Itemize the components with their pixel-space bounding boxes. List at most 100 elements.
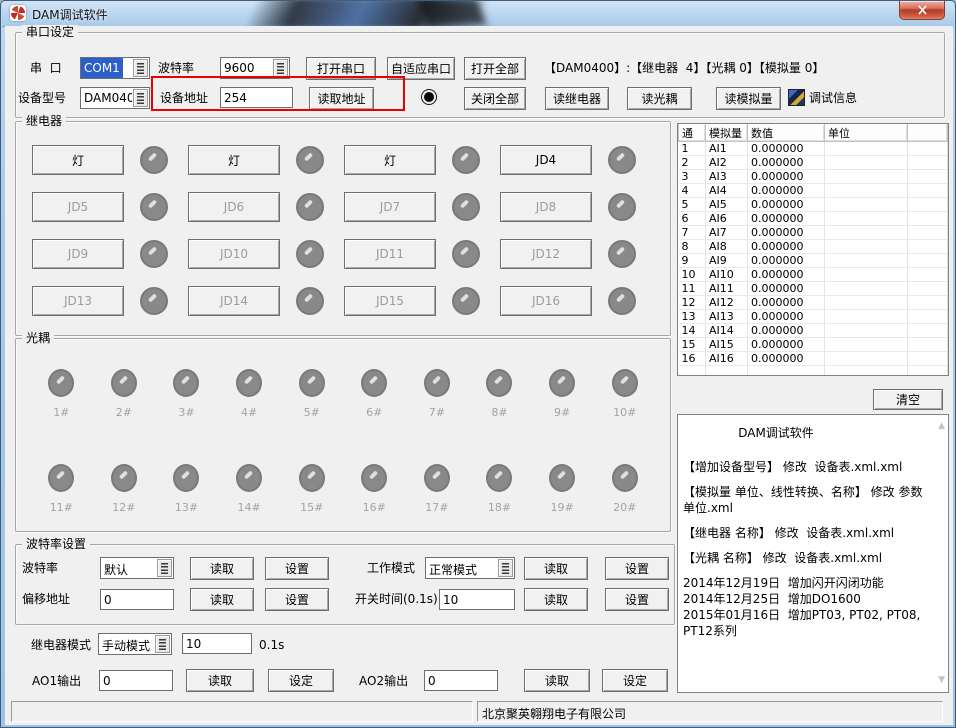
table-row[interactable]: 8AI80.000000 [679,240,948,254]
dropdown-icon[interactable] [133,59,148,77]
switch-time-read-button[interactable]: 读取 [524,588,588,611]
analog-table[interactable]: 通模拟量数值单位 1AI10.0000002AI20.0000003AI30.0… [677,123,949,376]
close-all-button[interactable]: 关闭全部 [464,87,526,110]
column-header[interactable]: 单位 [825,124,908,142]
table-row[interactable]: 3AI30.000000 [679,170,948,184]
table-row[interactable]: 13AI130.000000 [679,310,948,324]
table-row[interactable] [679,366,948,377]
relay-button-5[interactable]: JD5 [32,192,124,222]
table-row[interactable]: 16AI160.000000 [679,352,948,366]
column-header[interactable] [908,124,948,142]
scroll-down-icon[interactable]: ▼ [938,676,945,685]
ao2-read-button[interactable]: 读取 [524,669,590,692]
read-analog-button[interactable]: 读模拟量 [716,87,781,110]
ao1-output-input[interactable] [99,670,173,691]
baud-setting-select[interactable]: 默认 [100,557,174,579]
work-mode-read-button[interactable]: 读取 [524,557,588,580]
column-header[interactable]: 通 [679,124,706,142]
table-cell: 14 [679,324,706,338]
relay-button-8[interactable]: JD8 [500,192,592,222]
relay-button-1[interactable]: 灯 [32,145,124,175]
relay-button-3[interactable]: 灯 [344,145,436,175]
read-relay-button[interactable]: 读继电器 [545,87,609,110]
dropdown-icon[interactable] [157,559,172,577]
ao2-set-button[interactable]: 设定 [602,669,668,692]
table-row[interactable]: 5AI50.000000 [679,198,948,212]
offset-address-input[interactable] [100,589,174,610]
relay-button-11[interactable]: JD11 [344,239,436,269]
relay-button-7[interactable]: JD7 [344,192,436,222]
table-row[interactable]: 10AI100.000000 [679,268,948,282]
table-cell [908,198,948,212]
table-row[interactable]: 11AI110.000000 [679,282,948,296]
table-row[interactable]: 14AI140.000000 [679,324,948,338]
relay-mode-time-input[interactable] [182,633,252,654]
switch-time-label: 开关时间(0.1s) [355,592,438,606]
relay-button-9[interactable]: JD9 [32,239,124,269]
info-panel[interactable]: DAM调试软件 【增加设备型号】 修改 设备表.xml.xml【模拟量 单位、线… [677,414,949,693]
relay-button-2[interactable]: 灯 [188,145,280,175]
table-row[interactable]: 7AI70.000000 [679,226,948,240]
serial-port-select[interactable]: COM1 [80,57,150,79]
opto-indicator-16 [361,464,387,492]
work-mode-value: 正常模式 [426,558,497,578]
offset-address-label: 偏移地址 [22,592,70,606]
table-cell [825,142,908,156]
relay-button-14[interactable]: JD14 [188,286,280,316]
baud-set-button[interactable]: 设置 [265,557,329,580]
app-logo-icon [10,5,26,21]
table-row[interactable]: 9AI90.000000 [679,254,948,268]
scroll-up-icon[interactable]: ▲ [938,422,945,431]
relay-cell: 灯 [188,145,344,175]
combo-fill [123,58,132,78]
work-mode-set-button[interactable]: 设置 [605,557,669,580]
opto-cell: 17# [406,464,469,531]
table-row[interactable]: 2AI20.000000 [679,156,948,170]
switch-time-input[interactable] [439,589,515,610]
switch-time-set-button[interactable]: 设置 [605,588,669,611]
relay-button-10[interactable]: JD10 [188,239,280,269]
ao2-output-input[interactable] [424,670,498,691]
relay-button-4[interactable]: JD4 [500,145,592,175]
relay-button-15[interactable]: JD15 [344,286,436,316]
dropdown-stripes-icon [137,63,144,74]
relay-button-16[interactable]: JD16 [500,286,592,316]
relay-button-12[interactable]: JD12 [500,239,592,269]
relay-button-6[interactable]: JD6 [188,192,280,222]
adaptive-serial-button[interactable]: 自适应串口 [387,57,455,80]
column-header[interactable]: 数值 [748,124,825,142]
ao1-read-button[interactable]: 读取 [186,669,254,692]
offset-set-button[interactable]: 设置 [265,588,329,611]
open-serial-button[interactable]: 打开串口 [306,57,376,80]
opto-channel-label: 6# [366,406,382,419]
table-row[interactable]: 15AI150.000000 [679,338,948,352]
close-button[interactable] [899,1,945,20]
table-row[interactable]: 4AI40.000000 [679,184,948,198]
open-all-button[interactable]: 打开全部 [464,57,526,80]
work-mode-select[interactable]: 正常模式 [425,557,515,579]
clear-button[interactable]: 清空 [873,389,943,410]
dropdown-icon[interactable] [498,559,513,577]
table-cell: AI5 [706,198,748,212]
dropdown-icon[interactable] [273,59,288,77]
table-row[interactable]: 1AI10.000000 [679,142,948,156]
baud-read-button[interactable]: 读取 [190,557,254,580]
table-row[interactable]: 12AI120.000000 [679,296,948,310]
device-address-input[interactable] [220,87,293,108]
dropdown-icon[interactable] [133,89,148,107]
column-header[interactable]: 模拟量 [706,124,748,142]
device-model-select[interactable]: DAM0400 [80,87,150,109]
relay-button-13[interactable]: JD13 [32,286,124,316]
relay-mode-select[interactable]: 手动模式 [98,633,172,655]
read-opto-button[interactable]: 读光耦 [627,87,692,110]
read-address-button[interactable]: 读取地址 [309,87,374,110]
baud-rate-select[interactable]: 9600 [220,57,290,79]
offset-read-button[interactable]: 读取 [190,588,254,611]
opto-channel-label: 3# [178,406,194,419]
relay-group: 继电器 灯灯灯JD4JD5JD6JD7JD8JD9JD10JD11JD12JD1… [15,121,671,336]
table-row[interactable]: 6AI60.000000 [679,212,948,226]
table-cell: 0.000000 [748,324,825,338]
opto-channel-label: 4# [241,406,257,419]
ao1-set-button[interactable]: 设定 [268,669,334,692]
dropdown-icon[interactable] [155,635,170,653]
